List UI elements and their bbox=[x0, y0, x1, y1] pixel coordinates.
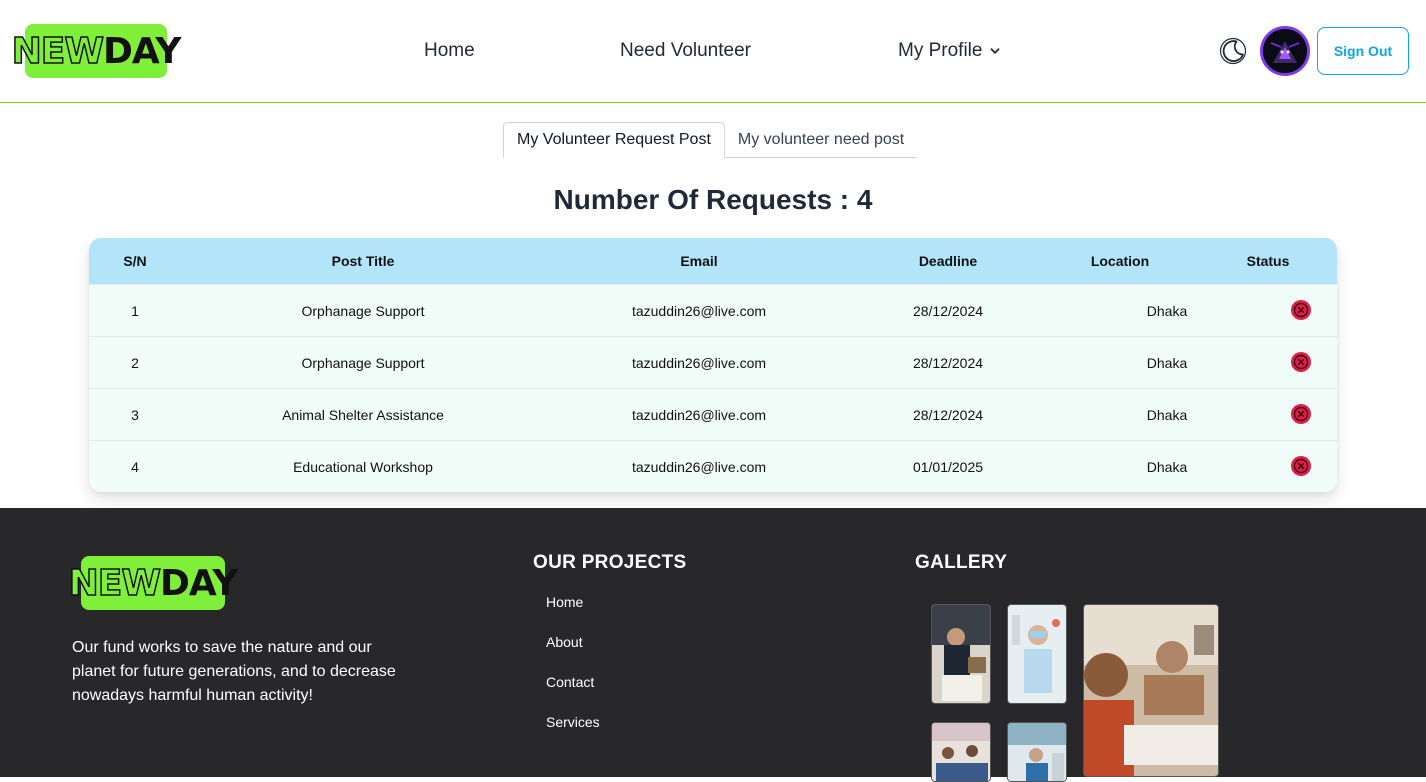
footer-link-home[interactable]: Home bbox=[546, 594, 600, 634]
nav-home-link[interactable]: Home bbox=[424, 40, 475, 62]
site-logo[interactable]: NEW DAY bbox=[11, 24, 181, 78]
header-location: Location bbox=[1090, 253, 1150, 269]
table-row: 3 Animal Shelter Assistance tazuddin26@l… bbox=[89, 388, 1337, 440]
cell-email: tazuddin26@live.com bbox=[631, 303, 767, 319]
logo-text-day: DAY bbox=[160, 562, 238, 604]
user-avatar[interactable] bbox=[1260, 26, 1310, 76]
tab-my-volunteer-need-post[interactable]: My volunteer need post bbox=[725, 122, 917, 158]
site-footer: NEW DAY Our fund works to save the nature… bbox=[0, 508, 1426, 782]
cell-location: Dhaka bbox=[1146, 459, 1188, 475]
cell-email: tazuddin26@live.com bbox=[631, 459, 767, 475]
cell-sn: 2 bbox=[131, 355, 139, 371]
footer-link-contact[interactable]: Contact bbox=[546, 674, 600, 714]
cell-location: Dhaka bbox=[1146, 355, 1188, 371]
footer-logo[interactable]: NEW DAY bbox=[68, 556, 238, 610]
cell-email: tazuddin26@live.com bbox=[631, 407, 767, 423]
nav-my-profile-label: My Profile bbox=[898, 40, 983, 61]
nav-need-volunteer-link[interactable]: Need Volunteer bbox=[620, 40, 751, 62]
gallery-image[interactable] bbox=[931, 722, 991, 782]
gallery-image[interactable] bbox=[1007, 604, 1067, 704]
cell-email: tazuddin26@live.com bbox=[631, 355, 767, 371]
site-header: NEW DAY Home Need Volunteer My Profile Si… bbox=[0, 0, 1426, 103]
logo-text-day: DAY bbox=[103, 30, 181, 72]
cancel-icon[interactable] bbox=[1290, 455, 1312, 477]
cell-sn: 1 bbox=[131, 303, 139, 319]
table-row: 1 Orphanage Support tazuddin26@live.com … bbox=[89, 284, 1337, 336]
cell-deadline: 28/12/2024 bbox=[912, 407, 984, 423]
footer-projects-heading: OUR PROJECTS bbox=[533, 552, 687, 573]
table-row: 4 Educational Workshop tazuddin26@live.c… bbox=[89, 440, 1337, 492]
cancel-icon[interactable] bbox=[1290, 351, 1312, 373]
cell-deadline: 01/01/2025 bbox=[912, 459, 984, 475]
cell-post-title: Animal Shelter Assistance bbox=[282, 407, 444, 423]
requests-table: S/N Post Title Email Deadline Location S… bbox=[89, 238, 1337, 492]
nav-my-profile-dropdown[interactable]: My Profile bbox=[898, 40, 1000, 62]
cancel-icon[interactable] bbox=[1290, 403, 1312, 425]
footer-links: Home About Contact Services bbox=[546, 594, 600, 754]
footer-link-services[interactable]: Services bbox=[546, 714, 600, 754]
tab-my-volunteer-request-post[interactable]: My Volunteer Request Post bbox=[503, 122, 725, 158]
cell-location: Dhaka bbox=[1146, 303, 1188, 319]
header-post-title: Post Title bbox=[331, 253, 395, 269]
cancel-icon[interactable] bbox=[1290, 299, 1312, 321]
gallery-image[interactable] bbox=[931, 604, 991, 704]
cell-location: Dhaka bbox=[1146, 407, 1188, 423]
logo-text-new: NEW bbox=[68, 562, 162, 605]
cell-post-title: Orphanage Support bbox=[301, 303, 425, 319]
gallery-image[interactable] bbox=[1007, 722, 1067, 782]
cell-deadline: 28/12/2024 bbox=[912, 303, 984, 319]
footer-link-about[interactable]: About bbox=[546, 634, 600, 674]
header-deadline: Deadline bbox=[918, 253, 978, 269]
moon-icon[interactable] bbox=[1219, 37, 1247, 65]
header-sn: S/N bbox=[123, 253, 147, 269]
requests-count-heading: Number Of Requests : 4 bbox=[553, 184, 873, 215]
cell-sn: 3 bbox=[131, 407, 139, 423]
logo-text-new: NEW bbox=[11, 30, 105, 73]
cell-deadline: 28/12/2024 bbox=[912, 355, 984, 371]
chevron-down-icon bbox=[991, 48, 1000, 54]
footer-description: Our fund works to save the nature and ou… bbox=[72, 639, 396, 704]
table-header-row: S/N Post Title Email Deadline Location S… bbox=[89, 238, 1337, 284]
header-email: Email bbox=[680, 253, 718, 269]
sign-out-button[interactable]: Sign Out bbox=[1317, 27, 1409, 75]
post-tabs: My Volunteer Request Post My volunteer n… bbox=[503, 122, 918, 158]
cell-post-title: Educational Workshop bbox=[293, 459, 433, 475]
avatar-image bbox=[1263, 29, 1307, 73]
gallery-image[interactable] bbox=[1083, 604, 1219, 777]
cell-post-title: Orphanage Support bbox=[301, 355, 425, 371]
footer-gallery-heading: GALLERY bbox=[915, 552, 1008, 573]
cell-sn: 4 bbox=[131, 459, 139, 475]
header-status: Status bbox=[1246, 253, 1290, 269]
table-row: 2 Orphanage Support tazuddin26@live.com … bbox=[89, 336, 1337, 388]
